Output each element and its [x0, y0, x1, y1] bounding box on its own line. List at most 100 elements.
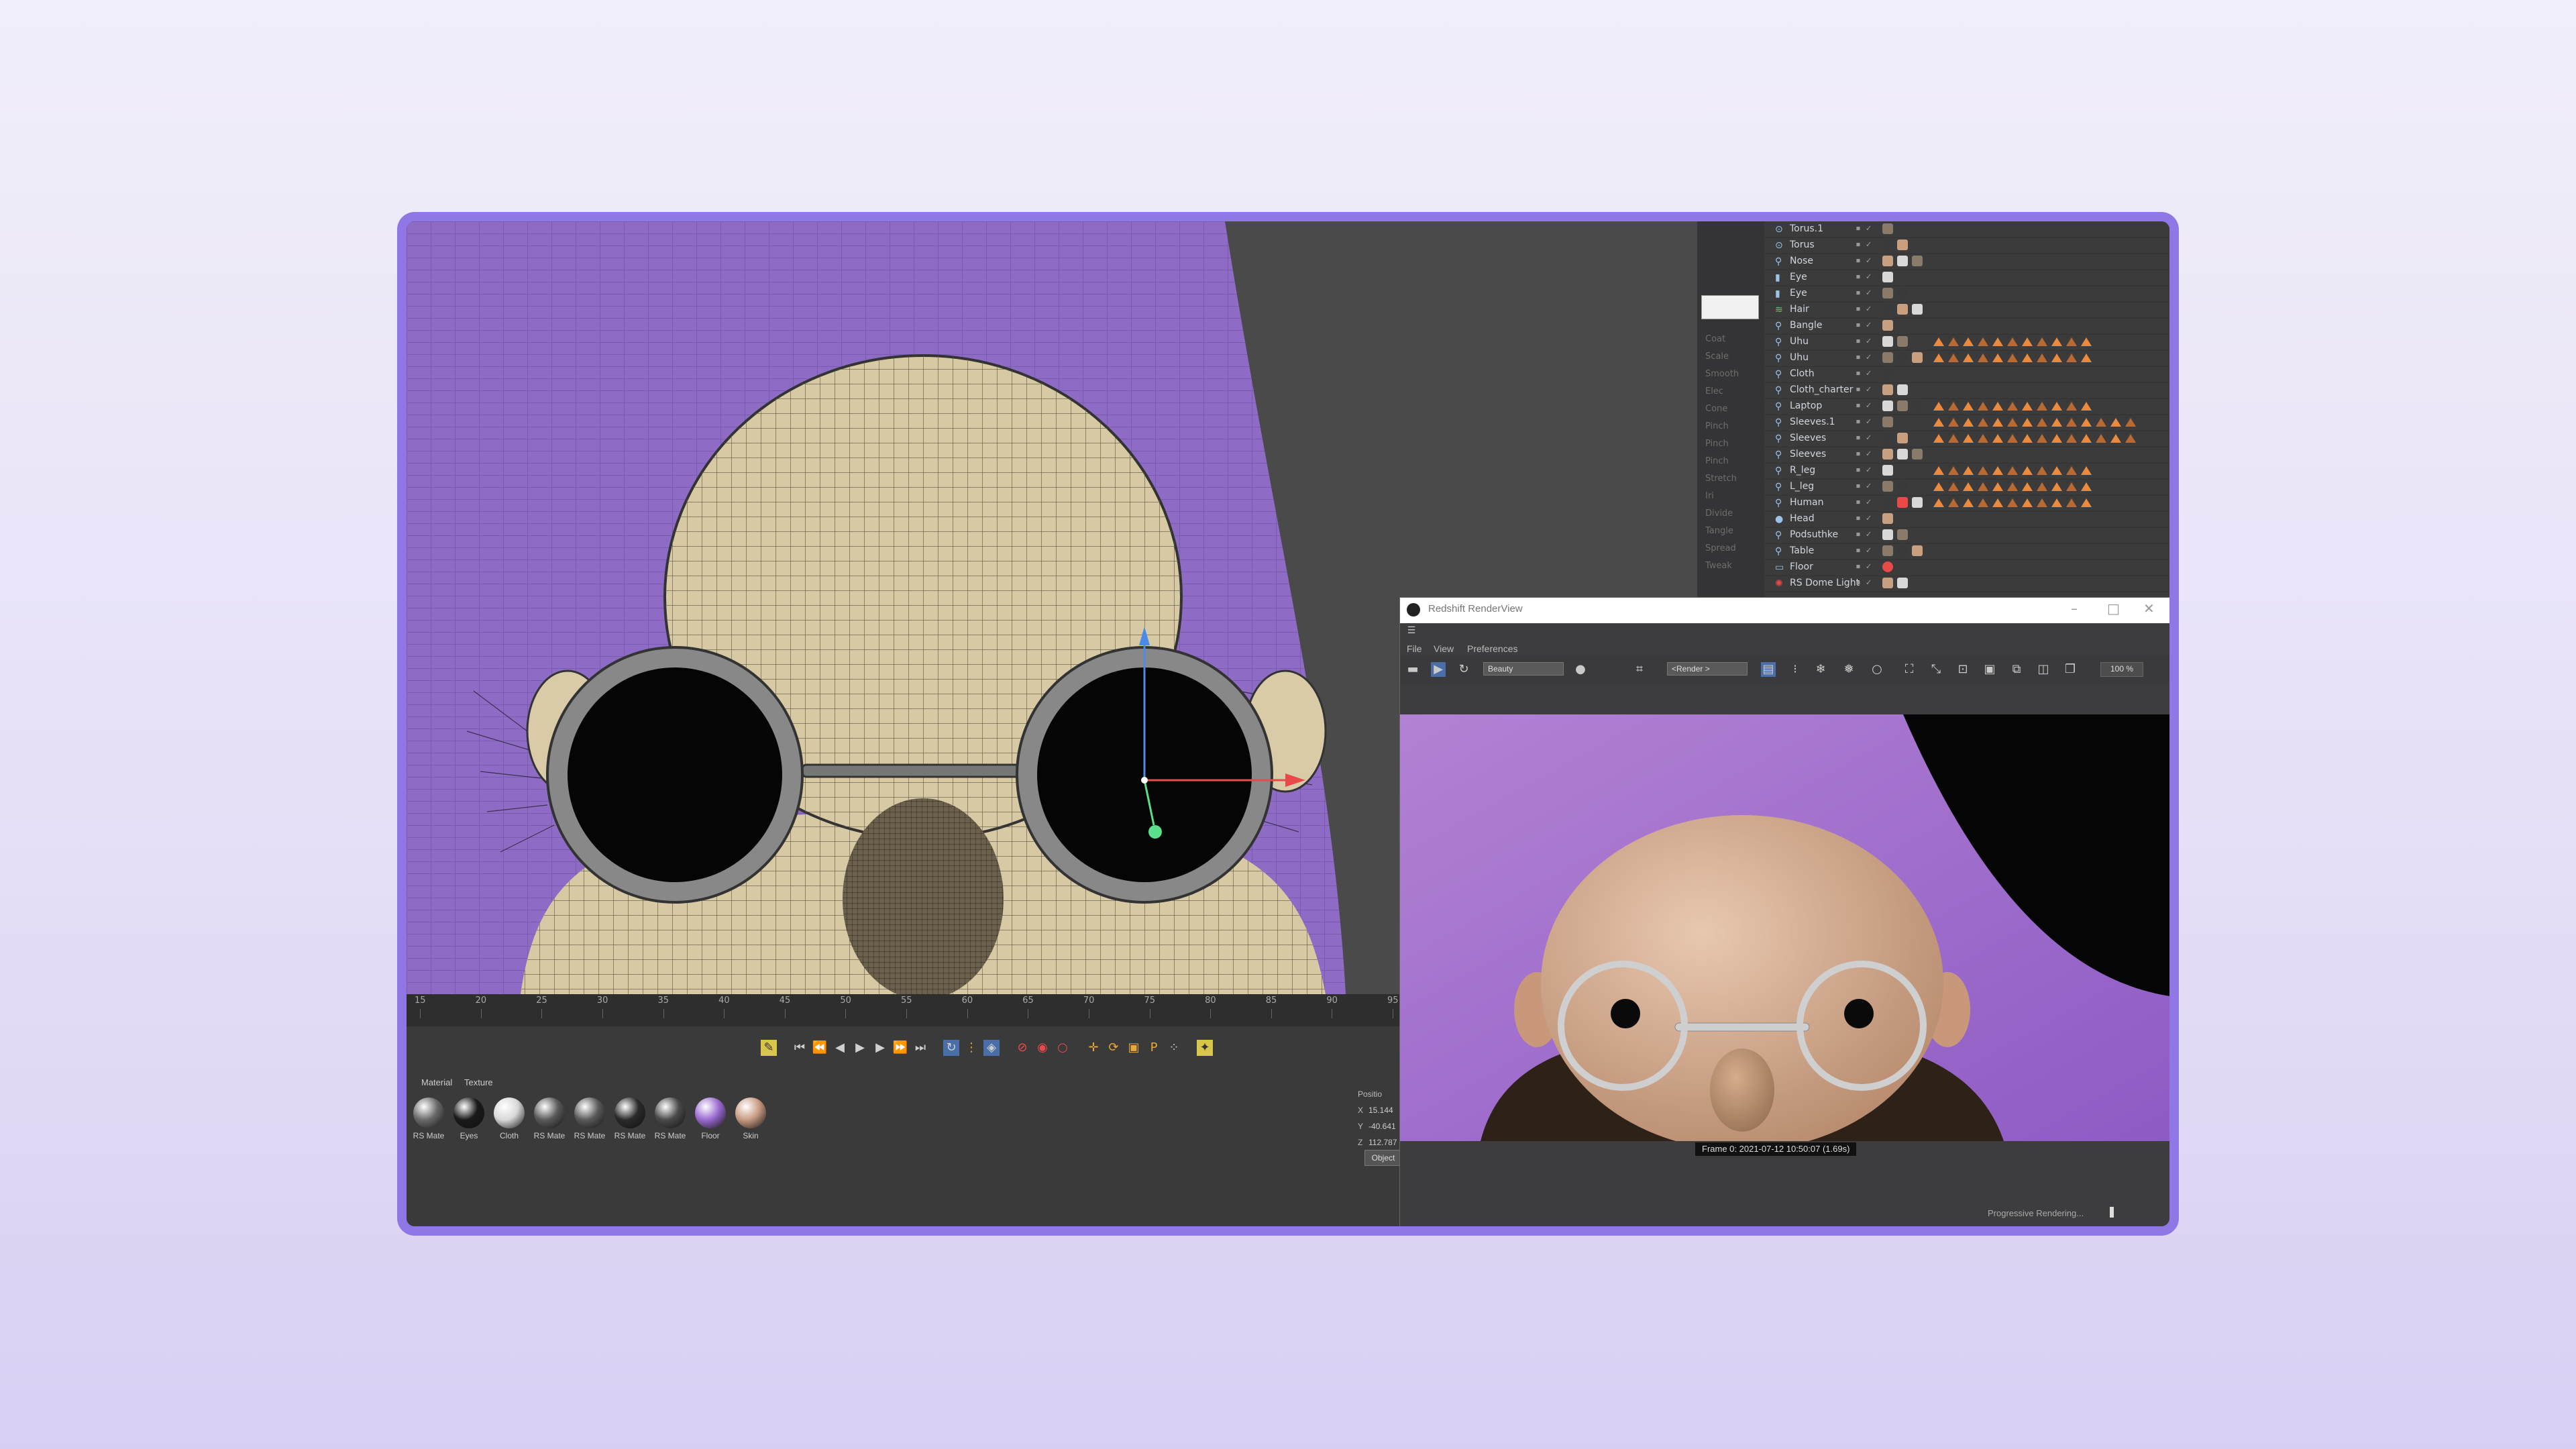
- weight-tag-icon[interactable]: [1978, 337, 1988, 346]
- weight-tag-icon[interactable]: [1963, 418, 1974, 427]
- weight-tag-icon[interactable]: [1963, 498, 1974, 507]
- weight-tag-icon[interactable]: [2096, 418, 2106, 427]
- history-icon[interactable]: ❐: [2063, 662, 2078, 677]
- weight-tag-icon[interactable]: [2081, 418, 2092, 427]
- rotation-key-icon[interactable]: ⟳: [1106, 1040, 1122, 1056]
- keyframe-icon[interactable]: ✎: [761, 1040, 777, 1056]
- material-tag-icon[interactable]: [1897, 449, 1908, 460]
- attribute-item[interactable]: Elec: [1705, 386, 1759, 398]
- material-tag-icon[interactable]: [1912, 352, 1923, 363]
- material-tag-icon[interactable]: [1882, 545, 1893, 556]
- copy-image-icon[interactable]: ⧉: [2009, 662, 2024, 677]
- start-render-icon[interactable]: ▶: [1431, 662, 1446, 677]
- object-row[interactable]: ⚲ Sleeves ▪ ✓: [1764, 431, 2169, 447]
- weight-tag-icon[interactable]: [2051, 418, 2062, 427]
- weight-tag-icon[interactable]: [1948, 466, 1959, 475]
- compare-icon[interactable]: ◫: [2036, 662, 2051, 677]
- object-name[interactable]: Sleeves.1: [1790, 417, 1835, 427]
- object-name[interactable]: Laptop: [1790, 400, 1822, 411]
- weight-tag-icon[interactable]: [1948, 498, 1959, 507]
- material-tag-icon[interactable]: [1897, 288, 1908, 299]
- weight-tag-icon[interactable]: [1933, 498, 1944, 507]
- weight-tag-icon[interactable]: [2081, 354, 2092, 362]
- weight-tag-icon[interactable]: [2066, 418, 2077, 427]
- visibility-flags-icon[interactable]: ▪ ✓: [1856, 320, 1871, 330]
- material-tag-icon[interactable]: [1897, 239, 1908, 250]
- material-swatch[interactable]: [453, 1097, 484, 1128]
- weight-tag-icon[interactable]: [1992, 498, 2003, 507]
- weight-tag-icon[interactable]: [1948, 482, 1959, 491]
- weight-tag-icon[interactable]: [2051, 337, 2062, 346]
- material-tab[interactable]: Material: [421, 1077, 452, 1087]
- object-name[interactable]: Nose: [1790, 256, 1813, 266]
- attribute-item[interactable]: Tangle: [1705, 526, 1759, 538]
- go-to-end-icon[interactable]: ⏭: [912, 1040, 928, 1056]
- object-name[interactable]: Uhu: [1790, 336, 1809, 347]
- object-row[interactable]: ✺ RS Dome Light ▪ ✓: [1764, 576, 2169, 592]
- texture-tab[interactable]: Texture: [464, 1077, 493, 1087]
- object-row[interactable]: ⚲ Nose ▪ ✓: [1764, 254, 2169, 270]
- attribute-item[interactable]: Spread: [1705, 543, 1759, 555]
- record-mode-icon[interactable]: ◈: [983, 1040, 1000, 1056]
- object-name[interactable]: Torus.1: [1790, 223, 1823, 234]
- visibility-flags-icon[interactable]: ▪ ✓: [1856, 256, 1871, 266]
- attribute-item[interactable]: Iri: [1705, 491, 1759, 503]
- weight-tag-icon[interactable]: [2007, 434, 2018, 443]
- weight-tag-icon[interactable]: [1992, 482, 2003, 491]
- weight-tag-icon[interactable]: [2081, 434, 2092, 443]
- material-tag-icon[interactable]: [1882, 400, 1893, 411]
- play-icon[interactable]: ▶: [852, 1040, 868, 1056]
- object-name[interactable]: Podsuthke: [1790, 529, 1838, 540]
- attribute-item[interactable]: Pinch: [1705, 421, 1759, 433]
- material-tag-icon[interactable]: [1882, 578, 1893, 588]
- weight-tag-icon[interactable]: [1992, 434, 2003, 443]
- object-row[interactable]: ⚲ R_leg ▪ ✓: [1764, 463, 2169, 480]
- object-row[interactable]: ⚲ Uhu ▪ ✓: [1764, 334, 2169, 351]
- weight-tag-icon[interactable]: [1978, 434, 1988, 443]
- weight-tag-icon[interactable]: [2037, 402, 2047, 411]
- weight-tag-icon[interactable]: [2081, 498, 2092, 507]
- weight-tag-icon[interactable]: [2066, 337, 2077, 346]
- material-swatch[interactable]: [695, 1097, 726, 1128]
- freeze-icon[interactable]: ❅: [1841, 662, 1856, 677]
- weight-tag-icon[interactable]: [2125, 434, 2136, 443]
- material-tag-icon[interactable]: [1912, 545, 1923, 556]
- weight-tag-icon[interactable]: [2037, 418, 2047, 427]
- material-tag-icon[interactable]: [1882, 561, 1893, 572]
- autokey-icon[interactable]: ◉: [1034, 1040, 1051, 1056]
- material-swatch[interactable]: [574, 1097, 605, 1128]
- weight-tag-icon[interactable]: [2051, 354, 2062, 362]
- weight-tag-icon[interactable]: [2037, 354, 2047, 362]
- visibility-flags-icon[interactable]: ▪ ✓: [1856, 400, 1871, 411]
- weight-tag-icon[interactable]: [2037, 337, 2047, 346]
- weight-tag-icon[interactable]: [2007, 466, 2018, 475]
- weight-tag-icon[interactable]: [1948, 434, 1959, 443]
- weight-tag-icon[interactable]: [1992, 466, 2003, 475]
- material-tag-icon[interactable]: [1897, 256, 1908, 266]
- weight-tag-icon[interactable]: [2022, 466, 2033, 475]
- snapshot-icon[interactable]: ▬: [1405, 662, 1420, 677]
- object-name[interactable]: RS Dome Light: [1790, 578, 1860, 588]
- object-row[interactable]: ● Head ▪ ✓: [1764, 511, 2169, 528]
- attribute-item[interactable]: Coat: [1705, 334, 1759, 346]
- zoom-fit-icon[interactable]: ⤡: [1929, 662, 1943, 677]
- menu-preferences[interactable]: Preferences: [1467, 643, 1517, 654]
- aov-select[interactable]: Beauty: [1483, 662, 1564, 676]
- object-row[interactable]: ⚲ Table ▪ ✓: [1764, 543, 2169, 560]
- x-value[interactable]: 15.144: [1368, 1106, 1393, 1115]
- material-tag-icon[interactable]: [1882, 465, 1893, 476]
- save-image-icon[interactable]: ▣: [1982, 662, 1997, 677]
- object-row[interactable]: ⚲ Bangle ▪ ✓: [1764, 318, 2169, 335]
- visibility-flags-icon[interactable]: ▪ ✓: [1856, 384, 1871, 394]
- weight-tag-icon[interactable]: [1978, 466, 1988, 475]
- refresh-icon[interactable]: ↻: [1456, 662, 1471, 677]
- crop-icon[interactable]: ⌗: [1632, 662, 1647, 677]
- material-tag-icon[interactable]: [1912, 449, 1923, 460]
- weight-tag-icon[interactable]: [2037, 466, 2047, 475]
- weight-tag-icon[interactable]: [1948, 418, 1959, 427]
- attribute-item[interactable]: Pinch: [1705, 456, 1759, 468]
- weight-tag-icon[interactable]: [2066, 482, 2077, 491]
- previous-key-icon[interactable]: ⏪: [812, 1040, 828, 1056]
- weight-tag-icon[interactable]: [2081, 337, 2092, 346]
- attribute-item[interactable]: Scale: [1705, 352, 1759, 364]
